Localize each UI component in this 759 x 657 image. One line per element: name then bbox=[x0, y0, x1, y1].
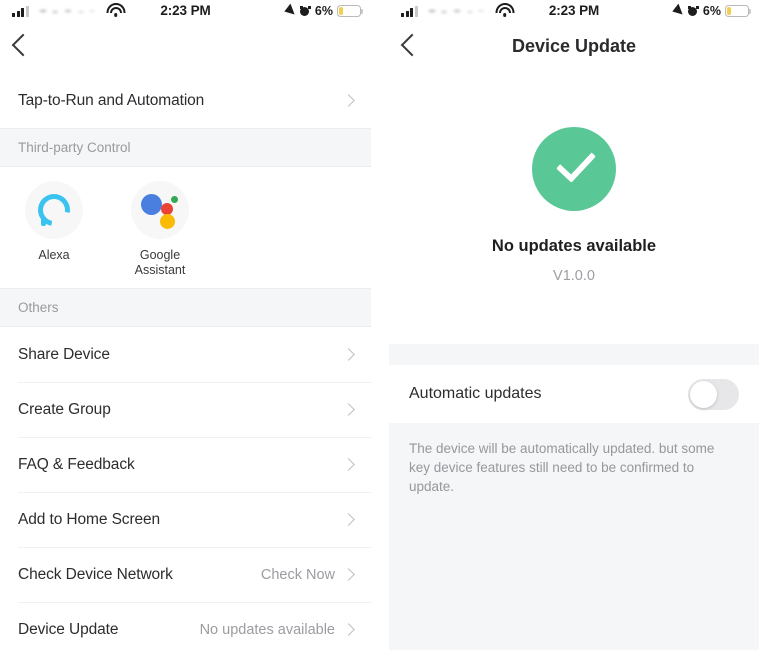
row-check-device-network[interactable]: Check Device Network Check Now bbox=[0, 547, 371, 602]
third-party-control-grid: Alexa Google Assistant bbox=[0, 167, 371, 288]
alexa-icon bbox=[25, 181, 83, 239]
right-phone-panel: 2:23 PM 6% Device Update No updates avai… bbox=[389, 0, 759, 650]
page-title: Device Update bbox=[511, 36, 637, 56]
nav-bar-left bbox=[0, 26, 371, 73]
third-party-label: Alexa bbox=[38, 248, 70, 262]
automatic-updates-toggle[interactable] bbox=[688, 378, 739, 410]
battery-icon bbox=[337, 5, 364, 17]
row-automatic-updates[interactable]: Automatic updates bbox=[389, 365, 759, 423]
row-label: FAQ & Feedback bbox=[18, 455, 135, 473]
battery-percent: 6% bbox=[702, 4, 721, 18]
status-bar-right-icons: 6% bbox=[284, 3, 364, 19]
row-label: Add to Home Screen bbox=[18, 510, 161, 528]
row-tap-to-run-and-automation[interactable]: Tap-to-Run and Automation bbox=[0, 73, 371, 128]
section-header-others: Others bbox=[0, 288, 371, 327]
row-add-to-home-screen[interactable]: Add to Home Screen bbox=[0, 492, 371, 547]
row-faq-and-feedback[interactable]: FAQ & Feedback bbox=[0, 437, 371, 492]
battery-icon bbox=[725, 5, 752, 17]
update-status-title: No updates available bbox=[491, 237, 657, 255]
chevron-right-icon bbox=[342, 348, 355, 361]
chevron-right-icon bbox=[342, 458, 355, 471]
third-party-item-google-assistant[interactable]: Google Assistant bbox=[124, 181, 196, 278]
row-value: No updates available bbox=[199, 621, 335, 638]
automatic-updates-note: The device will be automatically updated… bbox=[389, 423, 759, 516]
nav-bar-right: Device Update bbox=[389, 26, 759, 73]
chevron-right-icon bbox=[342, 513, 355, 526]
panel-separator bbox=[371, 0, 389, 657]
automatic-updates-label: Automatic updates bbox=[409, 385, 542, 402]
status-bar-left: 2:23 PM 6% bbox=[0, 0, 371, 26]
bottom-fill bbox=[389, 516, 759, 650]
firmware-version: V1.0.0 bbox=[553, 268, 595, 284]
third-party-item-alexa[interactable]: Alexa bbox=[18, 181, 90, 278]
row-label: Device Update bbox=[18, 620, 119, 638]
back-button[interactable] bbox=[11, 33, 35, 57]
row-label: Check Device Network bbox=[18, 565, 173, 583]
third-party-label: Google Assistant bbox=[124, 248, 196, 278]
row-value: Check Now bbox=[260, 566, 335, 583]
chevron-right-icon bbox=[342, 568, 355, 581]
row-label: Share Device bbox=[18, 345, 110, 363]
status-bar-right-icons: 6% bbox=[672, 3, 752, 19]
left-phone-panel: 2:23 PM 6% Tap-to-Run and Automation Thi… bbox=[0, 0, 371, 655]
section-header-third-party-control: Third-party Control bbox=[0, 128, 371, 167]
third-party-label-line2: Assistant bbox=[134, 263, 186, 277]
row-share-device[interactable]: Share Device bbox=[0, 327, 371, 382]
row-create-group[interactable]: Create Group bbox=[0, 382, 371, 437]
chevron-right-icon bbox=[342, 403, 355, 416]
status-bar-right: 2:23 PM 6% bbox=[389, 0, 759, 26]
update-status-section: No updates available V1.0.0 bbox=[389, 73, 759, 344]
chevron-right-icon bbox=[342, 94, 355, 107]
row-device-update[interactable]: Device Update No updates available bbox=[0, 602, 371, 655]
battery-percent: 6% bbox=[314, 4, 333, 18]
screenshot-root: 2:23 PM 6% Tap-to-Run and Automation Thi… bbox=[0, 0, 759, 657]
automation-list: Tap-to-Run and Automation bbox=[0, 73, 371, 128]
google-assistant-icon bbox=[131, 181, 189, 239]
section-spacer bbox=[389, 344, 759, 365]
chevron-right-icon bbox=[342, 623, 355, 636]
green-check-circle-icon bbox=[532, 127, 616, 211]
alarm-clock-icon bbox=[687, 5, 699, 17]
row-label: Create Group bbox=[18, 400, 111, 418]
others-list: Share Device Create Group FAQ & Feedback… bbox=[0, 327, 371, 655]
location-arrow-icon bbox=[284, 3, 298, 19]
toggle-knob bbox=[690, 380, 717, 408]
third-party-label-line1: Google bbox=[139, 248, 181, 262]
alarm-clock-icon bbox=[299, 5, 311, 17]
row-label: Tap-to-Run and Automation bbox=[18, 91, 205, 109]
location-arrow-icon bbox=[672, 3, 686, 19]
